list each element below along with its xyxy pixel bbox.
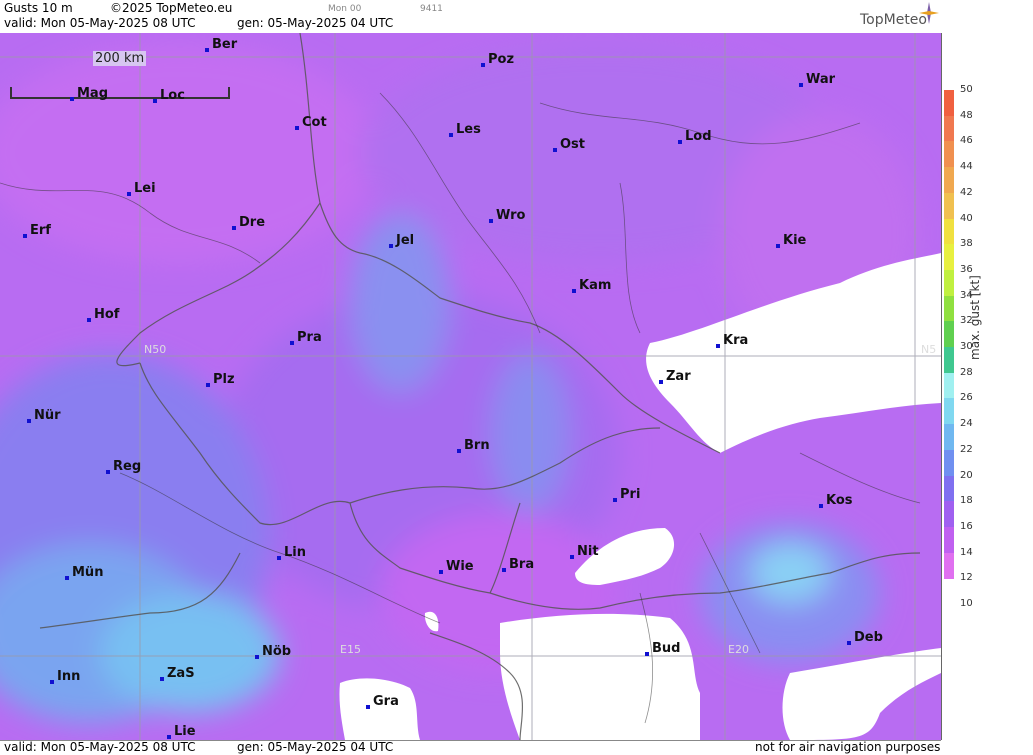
- city-mag[interactable]: Mag: [69, 86, 108, 101]
- city-lie[interactable]: Lie: [167, 724, 196, 739]
- city-nur[interactable]: Nür: [27, 408, 61, 423]
- city-zas[interactable]: ZaS: [160, 666, 195, 681]
- grid-label-n50-right: N5: [921, 343, 937, 356]
- city-nob[interactable]: Nöb: [254, 644, 291, 659]
- valid-time: valid: Mon 05-May-2025 08 UTC: [4, 16, 196, 30]
- city-inn[interactable]: Inn: [49, 669, 80, 684]
- legend-swatch: [944, 295, 954, 323]
- city-poz[interactable]: Poz: [480, 52, 514, 67]
- city-lin[interactable]: Lin: [277, 545, 306, 560]
- header: Gusts 10 m ©2025 TopMeteo.eu valid: Mon …: [0, 0, 941, 34]
- city-kie[interactable]: Kie: [775, 233, 806, 248]
- brand-logo-text: TopMeteo: [860, 12, 927, 28]
- city-gra[interactable]: Gra: [366, 694, 399, 709]
- legend-swatch: [944, 526, 954, 554]
- legend-tick-label: 46: [960, 135, 973, 147]
- city-kam[interactable]: Kam: [571, 278, 611, 293]
- city-cot[interactable]: Cot: [295, 115, 327, 130]
- run-label: Mon 00: [328, 4, 362, 14]
- legend-swatch: [944, 269, 954, 297]
- color-legend: [944, 90, 954, 585]
- map-canvas: [0, 33, 941, 740]
- legend-swatch: [944, 218, 954, 246]
- city-kos[interactable]: Kos: [819, 493, 853, 508]
- legend-tick-label: 18: [960, 495, 973, 507]
- legend-tick-label: 48: [960, 109, 973, 121]
- city-nit[interactable]: Nit: [570, 544, 599, 559]
- legend-swatch: [944, 424, 954, 451]
- city-les[interactable]: Les: [449, 122, 481, 137]
- grid-label-e20: E20: [728, 643, 749, 656]
- city-reg[interactable]: Reg: [105, 459, 141, 474]
- scale-label: 200 km: [93, 51, 147, 66]
- legend-swatch: [944, 552, 954, 580]
- footer-valid-time: valid: Mon 05-May-2025 08 UTC: [4, 740, 196, 754]
- legend-tick-label: 12: [960, 572, 973, 584]
- city-bra[interactable]: Bra: [501, 557, 534, 572]
- legend-swatch: [944, 90, 954, 117]
- city-ost[interactable]: Ost: [552, 137, 585, 152]
- run-code: 9411: [420, 4, 443, 14]
- city-ber[interactable]: Ber: [204, 37, 237, 52]
- legend-swatch: [944, 321, 954, 348]
- city-bud[interactable]: Bud: [644, 641, 680, 656]
- city-zar[interactable]: Zar: [659, 369, 691, 384]
- legend-tick-label: 14: [960, 546, 973, 558]
- legend-swatch: [944, 398, 954, 426]
- city-plz[interactable]: Plz: [206, 372, 235, 387]
- city-erf[interactable]: Erf: [23, 223, 51, 238]
- legend-unit: max. gust [kt]: [968, 275, 982, 360]
- legend-swatch: [944, 244, 954, 271]
- legend-swatch: [944, 167, 954, 194]
- legend-tick-label: 42: [960, 186, 973, 198]
- legend-swatch: [944, 501, 954, 528]
- legend-tick-label: 22: [960, 443, 973, 455]
- legend-tick-label: 20: [960, 469, 973, 481]
- legend-tick-label: 10: [960, 598, 973, 609]
- legend-tick-label: 50: [960, 84, 973, 95]
- city-war[interactable]: War: [798, 72, 835, 87]
- city-brn[interactable]: Brn: [457, 438, 490, 453]
- gust-map[interactable]: 200 km N50 N5 E15 E20 Ber Poz War Mag Lo…: [0, 33, 942, 740]
- footer: valid: Mon 05-May-2025 08 UTC gen: 05-Ma…: [0, 740, 941, 755]
- compass-logo-icon: [919, 2, 939, 24]
- legend-swatch: [944, 192, 954, 220]
- legend-swatch: [944, 115, 954, 143]
- legend-swatch: [944, 475, 954, 503]
- legend-swatch: [944, 449, 954, 477]
- city-mun[interactable]: Mün: [64, 565, 103, 580]
- city-wro[interactable]: Wro: [488, 208, 525, 223]
- city-kra[interactable]: Kra: [715, 333, 748, 348]
- legend-tick-label: 36: [960, 263, 973, 275]
- product-title: Gusts 10 m: [4, 1, 73, 15]
- city-wie[interactable]: Wie: [439, 559, 474, 574]
- legend-swatch: [944, 141, 954, 169]
- city-lod[interactable]: Lod: [678, 129, 712, 144]
- legend-tick-label: 28: [960, 366, 973, 378]
- city-pra[interactable]: Pra: [290, 330, 322, 345]
- legend-tick-label: 38: [960, 238, 973, 250]
- footer-gen-time: gen: 05-May-2025 04 UTC: [237, 740, 394, 754]
- gen-time: gen: 05-May-2025 04 UTC: [237, 16, 394, 30]
- legend-tick-label: 26: [960, 392, 973, 404]
- footer-disclaimer: not for air navigation purposes: [755, 740, 941, 754]
- city-pri[interactable]: Pri: [612, 487, 640, 502]
- city-deb[interactable]: Deb: [847, 630, 883, 645]
- legend-tick-label: 16: [960, 520, 973, 532]
- copyright: ©2025 TopMeteo.eu: [110, 1, 233, 15]
- legend-tick-label: 44: [960, 161, 973, 173]
- city-lei[interactable]: Lei: [127, 181, 156, 196]
- city-loc[interactable]: Loc: [153, 88, 185, 103]
- grid-label-n50: N50: [144, 343, 167, 356]
- scale-bar: [10, 87, 230, 99]
- legend-tick-label: 24: [960, 418, 973, 430]
- legend-swatch: [944, 372, 954, 400]
- legend-tick-label: 40: [960, 212, 973, 224]
- legend-swatch: [944, 347, 954, 374]
- city-hof[interactable]: Hof: [86, 307, 119, 322]
- city-dre[interactable]: Dre: [231, 215, 265, 230]
- city-jel[interactable]: Jel: [388, 233, 414, 248]
- grid-label-e15: E15: [340, 643, 361, 656]
